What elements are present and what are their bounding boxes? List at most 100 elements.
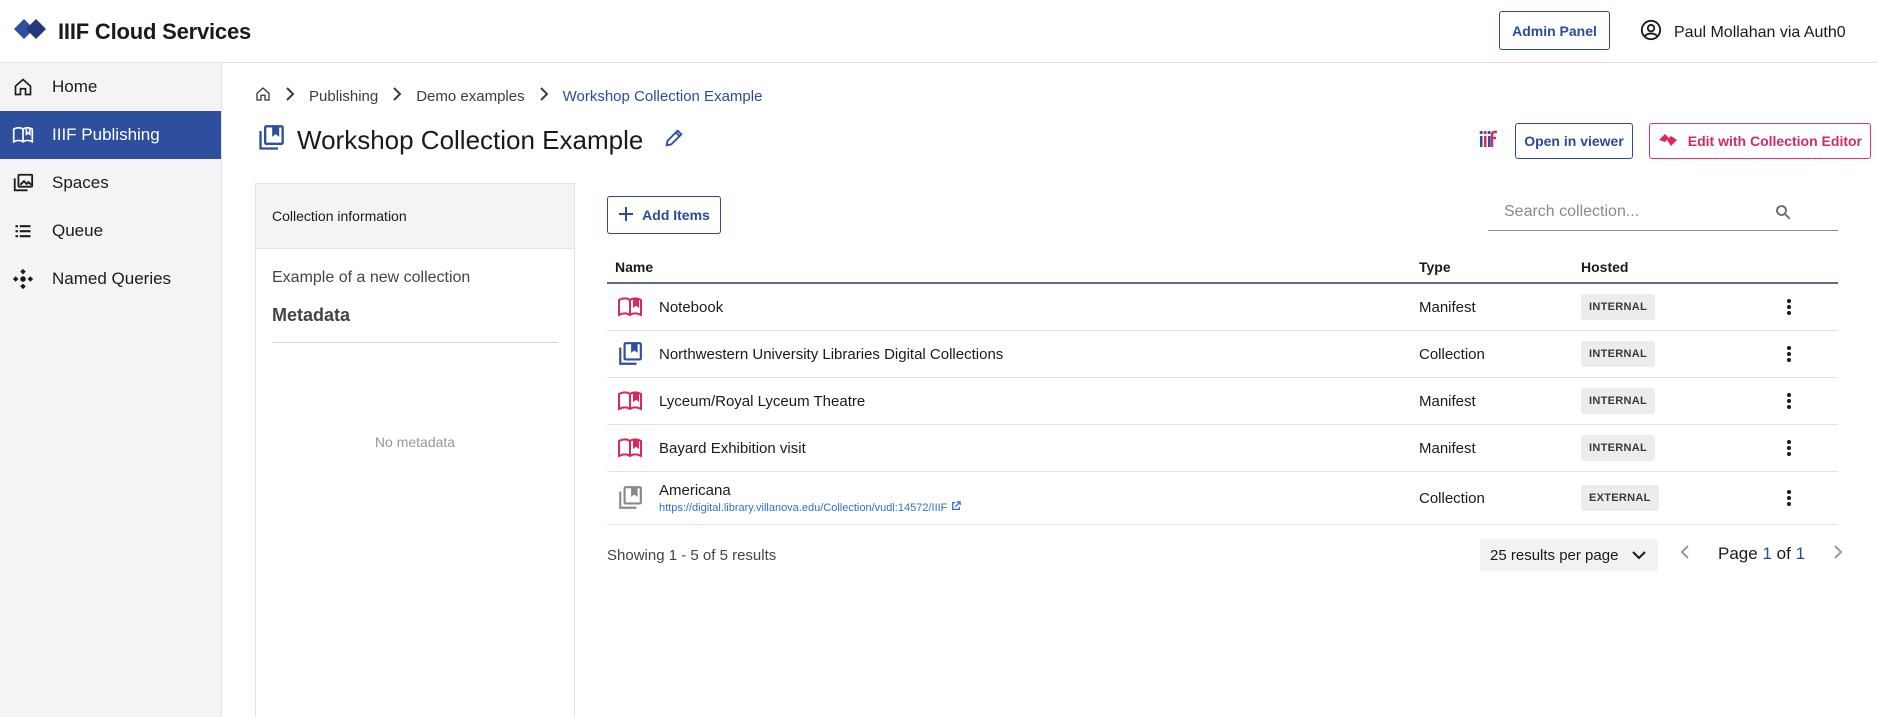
more-vert-icon[interactable] (1777, 295, 1801, 319)
breadcrumb-link-publishing[interactable]: Publishing (309, 88, 378, 105)
admin-panel-button[interactable]: Admin Panel (1499, 11, 1610, 50)
chevron-right-icon[interactable] (1833, 544, 1843, 564)
chevron-right-icon (285, 87, 295, 105)
metadata-heading: Metadata (272, 305, 558, 343)
sidebar-item-named-queries[interactable]: Named Queries (0, 255, 221, 303)
page-current: 1 (1762, 544, 1772, 563)
page-indicator: Page 1 of 1 (1718, 544, 1805, 564)
open-in-new-icon (951, 501, 962, 514)
chevron-down-icon (1632, 547, 1646, 564)
add-items-label: Add Items (642, 207, 710, 223)
plus-icon (618, 206, 634, 225)
item-type: Manifest (1419, 392, 1476, 410)
hosted-badge: INTERNAL (1581, 341, 1656, 367)
column-header-hosted[interactable]: Hosted (1581, 259, 1777, 275)
more-vert-icon[interactable] (1777, 342, 1801, 366)
item-type: Collection (1419, 489, 1485, 507)
hosted-badge: INTERNAL (1581, 294, 1656, 320)
search-icon[interactable] (1774, 203, 1792, 226)
table-row[interactable]: Bayard Exhibition visit Manifest INTERNA… (607, 425, 1838, 472)
table-row[interactable]: Northwestern University Libraries Digita… (607, 331, 1838, 378)
page-of: of (1776, 544, 1791, 563)
iiif-logo-icon (12, 16, 50, 47)
breadcrumb-current: Workshop Collection Example (562, 87, 763, 105)
iiif-icon[interactable] (1479, 130, 1499, 153)
sidebar-item-label: Queue (52, 221, 104, 240)
photo-library-icon (12, 172, 34, 194)
sidebar-item-spaces[interactable]: Spaces (0, 159, 221, 207)
brand[interactable]: IIIF Cloud Services (12, 16, 251, 47)
page-prefix: Page (1718, 544, 1758, 563)
top-bar: IIIF Cloud Services Admin Panel Paul Mol… (0, 0, 1877, 63)
hosted-badge: INTERNAL (1581, 435, 1656, 461)
app-title: IIIF Cloud Services (58, 18, 252, 44)
more-vert-icon[interactable] (1777, 389, 1801, 413)
sidebar-item-label: Home (52, 77, 98, 96)
collection-description: Example of a new collection (272, 269, 471, 286)
per-page-value: 25 results per page (1490, 546, 1619, 564)
page-title: Workshop Collection Example (297, 125, 644, 155)
manifest-icon (615, 390, 645, 412)
table-row[interactable]: Notebook Manifest INTERNAL (607, 284, 1838, 331)
add-items-button[interactable]: Add Items (607, 196, 721, 234)
more-vert-icon[interactable] (1777, 486, 1801, 510)
table-row[interactable]: Lyceum/Royal Lyceum Theatre Manifest INT… (607, 378, 1838, 425)
user-name: Paul Mollahan via Auth0 (1674, 23, 1846, 41)
edit-pencil-icon[interactable] (663, 127, 685, 154)
item-name[interactable]: Northwestern University Libraries Digita… (659, 346, 1003, 363)
results-per-page-select[interactable]: 25 results per page (1480, 539, 1658, 571)
user-menu[interactable]: Paul Mollahan via Auth0 (1640, 19, 1846, 46)
table-header: Name Type Hosted (607, 251, 1838, 284)
item-name[interactable]: Bayard Exhibition visit (659, 440, 806, 457)
breadcrumb-link-demo-examples[interactable]: Demo examples (416, 88, 524, 105)
sidebar-item-label: Spaces (52, 173, 109, 192)
chevron-left-icon[interactable] (1680, 544, 1690, 564)
more-vert-icon[interactable] (1777, 436, 1801, 460)
open-book-icon (12, 124, 34, 146)
collection-items-table: Name Type Hosted Notebook Manifest INTER… (607, 251, 1838, 525)
breadcrumb: Publishing Demo examples Workshop Collec… (255, 86, 762, 106)
item-name[interactable]: Lyceum/Royal Lyceum Theatre (659, 393, 865, 410)
sidebar-item-label: Named Queries (52, 269, 172, 288)
page-title-row: Workshop Collection Example (257, 124, 685, 157)
item-type: Collection (1419, 345, 1485, 363)
manifest-icon (615, 437, 645, 459)
home-icon[interactable] (255, 86, 271, 106)
hub-icon (12, 268, 34, 290)
external-collection-icon (615, 485, 645, 511)
sidebar-item-home[interactable]: Home (0, 63, 221, 111)
home-icon (12, 76, 34, 98)
chevron-right-icon (539, 87, 549, 105)
results-count: Showing 1 - 5 of 5 results (607, 547, 777, 564)
item-name[interactable]: Americana (659, 482, 961, 499)
collection-editor-icon (1658, 133, 1678, 150)
hosted-badge: EXTERNAL (1581, 485, 1659, 511)
title-actions: Open in viewer Edit with Collection Edit… (1479, 123, 1871, 159)
list-icon (12, 220, 34, 242)
collection-info-panel: Collection information Example of a new … (255, 183, 575, 717)
sidebar-item-label: IIIF Publishing (52, 125, 160, 144)
column-header-name[interactable]: Name (607, 259, 1419, 275)
account-circle-icon (1640, 19, 1662, 46)
external-link[interactable]: https://digital.library.villanova.edu/Co… (659, 501, 962, 514)
search-collection (1488, 193, 1838, 231)
item-name[interactable]: Notebook (659, 299, 723, 316)
table-row[interactable]: Americana https://digital.library.villan… (607, 472, 1838, 525)
edit-with-collection-editor-button[interactable]: Edit with Collection Editor (1648, 123, 1871, 159)
item-type: Manifest (1419, 439, 1476, 457)
no-metadata-text: No metadata (374, 434, 456, 450)
chevron-right-icon (392, 87, 402, 105)
column-header-type[interactable]: Type (1419, 259, 1581, 275)
sidebar-item-iiif-publishing[interactable]: IIIF Publishing (0, 111, 221, 159)
sidebar-item-queue[interactable]: Queue (0, 207, 221, 255)
open-in-viewer-button[interactable]: Open in viewer (1515, 123, 1633, 159)
external-link-text: https://digital.library.villanova.edu/Co… (659, 501, 948, 514)
pagination: Page 1 of 1 (1680, 544, 1843, 564)
search-input[interactable] (1504, 202, 1774, 221)
hosted-badge: INTERNAL (1581, 388, 1656, 414)
sidebar: Home IIIF Publishing Spaces Queue Named … (0, 63, 222, 717)
collection-icon (257, 124, 285, 157)
collection-icon (615, 341, 645, 367)
manifest-icon (615, 296, 645, 318)
item-type: Manifest (1419, 298, 1476, 316)
